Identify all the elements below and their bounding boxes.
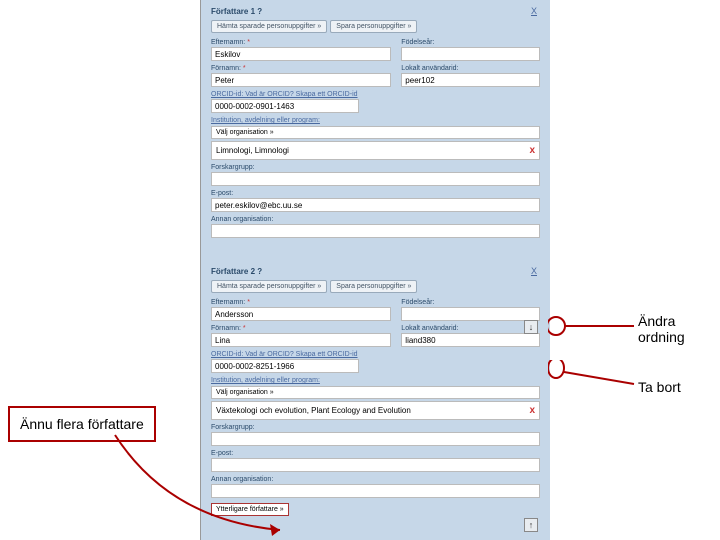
institution-label-2: Institution, avdelning eller program:: [211, 377, 540, 384]
userid-label: Lokalt användarid:: [401, 65, 540, 72]
birthyear-label-2: Födelseår:: [401, 299, 540, 306]
author1-title: Författare 1 ?: [211, 7, 262, 16]
researchgroup-label-2: Forskargrupp:: [211, 424, 540, 431]
otherorg-label: Annan organisation:: [211, 216, 540, 223]
arrow-to-remove-icon: [548, 360, 638, 390]
email-input-2[interactable]: [211, 458, 540, 472]
annotation-remove: Ta bort: [638, 379, 681, 395]
researchgroup-input[interactable]: [211, 172, 540, 186]
select-organisation[interactable]: Välj organisation »: [211, 126, 540, 139]
email-label: E-post:: [211, 190, 540, 197]
author2-title: Författare 2 ?: [211, 267, 262, 276]
selected-org-text: Limnologi, Limnologi: [216, 146, 289, 155]
add-more-authors-button[interactable]: Ytterligare författare »: [211, 503, 289, 516]
arrow-to-reorder-icon: [548, 316, 638, 336]
move-up-button-2[interactable]: ↑: [524, 518, 538, 532]
remove-org-icon-2[interactable]: x: [529, 405, 535, 416]
userid-label-2: Lokalt användarid:: [401, 325, 540, 332]
annotation-more-authors: Ännu flera författare: [8, 406, 156, 442]
author-card-1: Författare 1 ? X Hämta sparade personupp…: [201, 0, 550, 246]
select-organisation-2[interactable]: Välj organisation »: [211, 386, 540, 399]
lastname-label-2: Efternamn:: [211, 299, 391, 306]
birthyear-input-2[interactable]: [401, 307, 540, 321]
researchgroup-input-2[interactable]: [211, 432, 540, 446]
userid-input[interactable]: [401, 73, 540, 87]
orcid-label-2[interactable]: ORCID-id: Vad är ORCID? Skapa ett ORCID-…: [211, 351, 540, 358]
firstname-label-2: Förnamn:: [211, 325, 391, 332]
save-person-button-2[interactable]: Spara personuppgifter »: [330, 280, 417, 293]
author-card-2: Författare 2 ? X Hämta sparade personupp…: [201, 260, 550, 520]
researchgroup-label: Forskargrupp:: [211, 164, 540, 171]
userid-input-2[interactable]: [401, 333, 540, 347]
orcid-label[interactable]: ORCID-id: Vad är ORCID? Skapa ett ORCID-…: [211, 91, 540, 98]
remove-author-1[interactable]: X: [528, 6, 540, 16]
firstname-input[interactable]: [211, 73, 391, 87]
firstname-label: Förnamn:: [211, 65, 391, 72]
otherorg-input[interactable]: [211, 224, 540, 238]
institution-label: Institution, avdelning eller program:: [211, 117, 540, 124]
selected-org-text-2: Växtekologi och evolution, Plant Ecology…: [216, 406, 411, 415]
birthyear-label: Födelseår:: [401, 39, 540, 46]
lastname-label: Efternamn:: [211, 39, 391, 46]
selected-org-row-2: Växtekologi och evolution, Plant Ecology…: [211, 401, 540, 420]
selected-org-row: Limnologi, Limnologi x: [211, 141, 540, 160]
lastname-input[interactable]: [211, 47, 391, 61]
lastname-input-2[interactable]: [211, 307, 391, 321]
save-person-button[interactable]: Spara personuppgifter »: [330, 20, 417, 33]
annotation-reorder: Ändra ordning: [638, 313, 720, 345]
orcid-input-2[interactable]: [211, 359, 359, 373]
remove-org-icon[interactable]: x: [529, 145, 535, 156]
orcid-input[interactable]: [211, 99, 359, 113]
load-person-button-2[interactable]: Hämta sparade personuppgifter »: [211, 280, 327, 293]
remove-author-2[interactable]: X: [528, 266, 540, 276]
email-input[interactable]: [211, 198, 540, 212]
otherorg-input-2[interactable]: [211, 484, 540, 498]
load-person-button[interactable]: Hämta sparade personuppgifter »: [211, 20, 327, 33]
birthyear-input[interactable]: [401, 47, 540, 61]
move-down-button-1[interactable]: ↓: [524, 320, 538, 334]
email-label-2: E-post:: [211, 450, 540, 457]
firstname-input-2[interactable]: [211, 333, 391, 347]
otherorg-label-2: Annan organisation:: [211, 476, 540, 483]
